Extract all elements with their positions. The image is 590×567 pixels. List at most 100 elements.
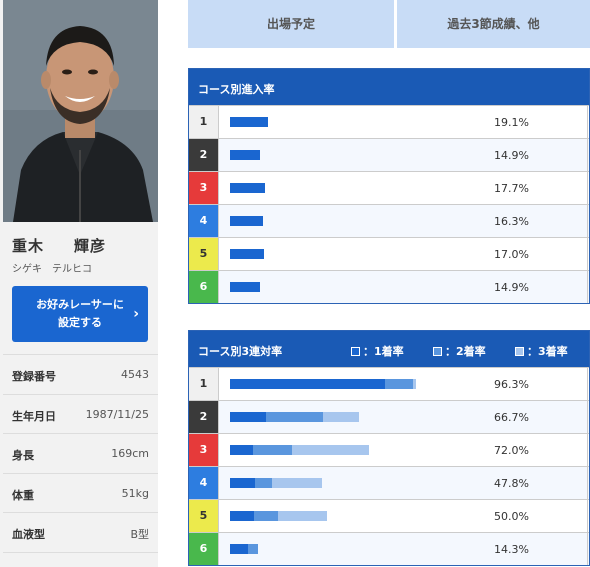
racer-portrait-image xyxy=(3,0,158,222)
first-rate-bar xyxy=(230,445,254,455)
profile-row: 登録番号 4543 xyxy=(3,354,158,394)
lane-row: 4 47.8% xyxy=(189,466,589,499)
profile-value: B型 xyxy=(130,528,149,541)
rate-percent: 16.3% xyxy=(494,215,529,228)
row-end-line xyxy=(587,368,588,400)
rate-percent: 17.7% xyxy=(494,182,529,195)
row-end-line xyxy=(587,139,588,171)
row-divider xyxy=(218,368,219,400)
rate-percent: 72.0% xyxy=(494,444,529,457)
row-end-line xyxy=(587,238,588,270)
row-divider xyxy=(218,238,219,270)
profile-value: 1987/11/25 xyxy=(85,407,149,421)
entry-rate-bar xyxy=(230,282,260,292)
profile-row: 体重 51kg xyxy=(3,472,158,513)
course-entry-header: コース別進入率 xyxy=(189,69,589,105)
row-end-line xyxy=(587,434,588,466)
lane-row: 2 14.9% xyxy=(189,138,589,171)
row-divider xyxy=(218,434,219,466)
profile-label: 登録番号 xyxy=(12,370,56,383)
legend-label: ：1着率 xyxy=(363,345,404,358)
profile-value: 51kg xyxy=(121,486,149,500)
lane-number: 3 xyxy=(189,434,218,466)
entry-rate-bar xyxy=(230,117,269,127)
lane-number: 1 xyxy=(189,368,218,400)
fav-button-line2: 設定する xyxy=(58,316,102,329)
lane-number: 2 xyxy=(189,139,218,171)
lane-number: 5 xyxy=(189,500,218,532)
racer-photo xyxy=(3,0,158,222)
lane-row: 3 72.0% xyxy=(189,433,589,466)
rate-percent: 47.8% xyxy=(494,477,529,490)
lane-number: 2 xyxy=(189,401,218,433)
rate-percent: 14.9% xyxy=(494,149,529,162)
course-top3-header: コース別3連対率 ：1着率 ：2着率 ：3着率 xyxy=(189,331,589,367)
lane-number: 6 xyxy=(189,271,218,303)
lane-number: 3 xyxy=(189,172,218,204)
lane-row: 3 17.7% xyxy=(189,171,589,204)
fav-button-line1: お好みレーサーに xyxy=(36,298,124,311)
second-rate-bar xyxy=(255,478,272,488)
tab-schedule[interactable]: 出場予定 xyxy=(188,0,394,48)
racer-given-name: 輝彦 xyxy=(74,237,107,255)
legend-first-rate: ：1着率 xyxy=(351,343,404,359)
racer-panel: 重木 輝彦 シゲキ テルヒコ お好みレーサーに 設定する › 登録番号 4543 生… xyxy=(0,0,158,567)
course-entry-title: コース別進入率 xyxy=(198,83,275,96)
tab-recent-results[interactable]: 過去3節成績、他 xyxy=(397,0,590,48)
row-divider xyxy=(218,271,219,303)
lane-row: 5 50.0% xyxy=(189,499,589,532)
row-divider xyxy=(218,467,219,499)
lane-number: 4 xyxy=(189,467,218,499)
racer-given-kana: テルヒコ xyxy=(52,264,92,275)
racer-tabs: 出場予定 過去3節成績、他 xyxy=(188,0,590,48)
lane-row: 6 14.3% xyxy=(189,532,589,565)
legend-second-rate: ：2着率 xyxy=(433,343,486,359)
profile-label: 身長 xyxy=(12,449,34,462)
row-divider xyxy=(218,500,219,532)
third-rate-bar xyxy=(271,478,323,488)
lane-row: 4 16.3% xyxy=(189,204,589,237)
lane-number: 1 xyxy=(189,106,218,138)
racer-family-name: 重木 xyxy=(12,237,45,255)
racer-family-kana: シゲキ xyxy=(12,264,42,275)
racer-name-box: 重木 輝彦 シゲキ テルヒコ お好みレーサーに 設定する › xyxy=(3,222,158,350)
legend-swatch-icon xyxy=(515,347,524,356)
rate-percent: 14.3% xyxy=(494,543,529,556)
profile-label: 生年月日 xyxy=(12,409,56,423)
third-rate-bar xyxy=(291,445,369,455)
legend-label: ：2着率 xyxy=(445,345,486,358)
lane-row: 6 14.9% xyxy=(189,270,589,303)
profile-label: 血液型 xyxy=(12,528,45,541)
third-rate-bar xyxy=(412,379,416,389)
row-end-line xyxy=(587,500,588,532)
lane-row: 2 66.7% xyxy=(189,400,589,433)
profile-row: 血液型 B型 xyxy=(3,512,158,552)
course-top3-title: コース別3連対率 xyxy=(198,345,283,358)
third-rate-bar xyxy=(278,511,327,521)
chevron-right-icon: › xyxy=(133,306,139,322)
lane-number: 6 xyxy=(189,533,218,565)
rate-percent: 66.7% xyxy=(494,411,529,424)
first-rate-bar xyxy=(230,511,255,521)
lane-number: 4 xyxy=(189,205,218,237)
row-end-line xyxy=(587,271,588,303)
row-end-line xyxy=(587,205,588,237)
first-rate-bar xyxy=(230,412,266,422)
racer-profile-table: 登録番号 4543 生年月日 1987/11/25 身長 169cm 体重 51… xyxy=(3,354,158,567)
row-divider xyxy=(218,106,219,138)
first-rate-bar xyxy=(230,544,249,554)
row-end-line xyxy=(587,401,588,433)
entry-rate-bar xyxy=(230,249,264,259)
rate-percent: 19.1% xyxy=(494,116,529,129)
entry-rate-bar xyxy=(230,150,260,160)
profile-value: 169cm xyxy=(111,447,149,460)
first-rate-bar xyxy=(230,379,386,389)
row-end-line xyxy=(587,172,588,204)
set-favorite-racer-button[interactable]: お好みレーサーに 設定する › xyxy=(12,286,148,342)
legend-swatch-icon xyxy=(351,347,360,356)
second-rate-bar xyxy=(248,544,258,554)
second-rate-bar xyxy=(254,511,279,521)
rate-percent: 14.9% xyxy=(494,281,529,294)
second-rate-bar xyxy=(253,445,292,455)
profile-label: 体重 xyxy=(12,488,34,502)
